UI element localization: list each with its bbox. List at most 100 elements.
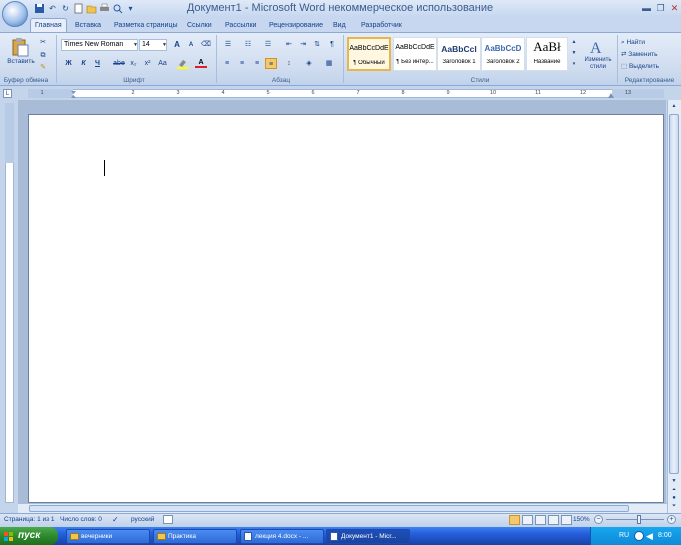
paste-label[interactable]: Вставить <box>6 58 36 65</box>
zoom-level[interactable]: 150% <box>573 514 590 526</box>
taskbar-item-praktika[interactable]: Практика <box>153 529 237 544</box>
zoom-out-icon[interactable]: − <box>594 515 603 524</box>
new-icon[interactable] <box>73 3 84 14</box>
macro-record-icon[interactable] <box>163 515 173 524</box>
cut-icon[interactable]: ✂ <box>38 37 48 48</box>
change-styles-icon[interactable]: A <box>588 38 606 57</box>
vertical-ruler[interactable] <box>5 103 14 503</box>
tab-review[interactable]: Рецензирование <box>265 19 327 32</box>
taskbar-item-document1[interactable]: Документ1 - Micr... <box>326 529 410 544</box>
right-indent-marker-icon[interactable] <box>608 93 614 98</box>
style-normal[interactable]: AaBbCcDdE ¶ Обычный <box>347 37 391 71</box>
change-styles-label[interactable]: Изменить стили <box>580 57 616 71</box>
bold-button[interactable]: Ж <box>63 58 74 69</box>
tab-references[interactable]: Ссылки <box>183 19 216 32</box>
previous-page-icon[interactable]: ⏶ <box>668 487 680 495</box>
subscript-button[interactable]: x₂ <box>128 58 139 69</box>
shrink-font-button[interactable]: A <box>185 40 197 51</box>
align-center-icon[interactable]: ≡ <box>236 58 248 69</box>
browse-object-icon[interactable]: ● <box>668 495 680 503</box>
styles-scroll-up-icon[interactable]: ▲ <box>570 37 578 48</box>
web-layout-view-icon[interactable] <box>535 515 546 525</box>
print-icon[interactable] <box>99 3 110 14</box>
tab-view[interactable]: Вид <box>329 19 350 32</box>
sort-icon[interactable]: ⇅ <box>311 39 323 50</box>
outline-view-icon[interactable] <box>548 515 559 525</box>
quick-access-dropdown[interactable]: ▾ <box>125 3 136 14</box>
justify-icon[interactable]: ≡ <box>265 58 277 69</box>
tab-insert[interactable]: Вставка <box>71 19 105 32</box>
volume-icon[interactable]: ◀ <box>646 531 656 541</box>
hscroll-thumb[interactable] <box>29 505 629 512</box>
decrease-indent-icon[interactable]: ⇤ <box>283 39 295 50</box>
zoom-slider-thumb[interactable] <box>637 515 641 524</box>
print-layout-view-icon[interactable] <box>509 515 520 525</box>
document-page[interactable] <box>28 114 664 503</box>
tab-selector-icon[interactable]: L <box>3 89 12 98</box>
style-heading-1[interactable]: AaBbCcI Заголовок 1 <box>437 37 481 71</box>
scroll-up-icon[interactable]: ▲ <box>668 101 680 111</box>
scroll-down-icon[interactable]: ▼ <box>668 478 680 486</box>
style-heading-2[interactable]: AaBbCcD Заголовок 2 <box>481 37 525 71</box>
show-marks-icon[interactable]: ¶ <box>326 39 338 50</box>
undo-icon[interactable]: ↶ <box>47 3 58 14</box>
highlight-icon[interactable] <box>176 58 190 69</box>
status-page[interactable]: Страница: 1 из 1 <box>4 514 55 526</box>
strikethrough-button[interactable]: abe <box>112 58 126 69</box>
close-icon[interactable]: ✕ <box>668 2 681 14</box>
open-icon[interactable] <box>86 3 97 14</box>
find-button[interactable]: ⌕ Найти <box>621 37 677 48</box>
increase-indent-icon[interactable]: ⇥ <box>297 39 309 50</box>
tray-app-icon[interactable] <box>634 531 644 541</box>
taskbar-item-vecherniki[interactable]: вечерники <box>66 529 150 544</box>
start-button[interactable]: пуск <box>0 527 58 545</box>
shading-icon[interactable]: ◈ <box>302 58 316 69</box>
replace-button[interactable]: ⇄ Заменить <box>621 49 677 60</box>
styles-more-icon[interactable]: ▾ <box>570 59 578 70</box>
style-no-spacing[interactable]: AaBbCcDdE ¶ Без интер... <box>393 37 437 71</box>
italic-button[interactable]: К <box>78 58 89 69</box>
format-painter-icon[interactable]: ✎ <box>38 62 48 73</box>
office-button[interactable] <box>2 1 28 27</box>
status-word-count[interactable]: Число слов: 0 <box>60 514 102 526</box>
select-button[interactable]: ⬚ Выделить <box>621 61 677 72</box>
tab-mailings[interactable]: Рассылки <box>221 19 260 32</box>
align-left-icon[interactable]: ≡ <box>221 58 233 69</box>
copy-icon[interactable]: ⧉ <box>38 50 48 61</box>
status-language[interactable]: русский <box>131 514 154 526</box>
align-right-icon[interactable]: ≡ <box>251 58 263 69</box>
zoom-in-icon[interactable]: + <box>667 515 676 524</box>
taskbar-item-lecture[interactable]: лекция 4.docx - ... <box>240 529 324 544</box>
clear-format-icon[interactable]: ⌫ <box>200 39 212 50</box>
tab-home[interactable]: Главная <box>30 18 67 32</box>
underline-button[interactable]: Ч <box>92 58 103 69</box>
full-screen-view-icon[interactable] <box>522 515 533 525</box>
save-icon[interactable] <box>34 3 45 14</box>
style-title[interactable]: AaBł Название <box>526 37 568 71</box>
tab-page-layout[interactable]: Разметка страницы <box>110 19 182 32</box>
draft-view-icon[interactable] <box>561 515 572 525</box>
multilevel-list-icon[interactable]: ☲ <box>261 39 275 50</box>
grow-font-button[interactable]: A <box>171 39 183 50</box>
font-name-select[interactable]: Times New Roman <box>61 39 138 51</box>
superscript-button[interactable]: x² <box>142 58 153 69</box>
bullets-icon[interactable]: ☰ <box>221 39 235 50</box>
language-indicator[interactable]: RU <box>619 527 629 545</box>
spelling-check-icon[interactable]: ✓ <box>112 514 119 526</box>
redo-icon[interactable]: ↻ <box>60 3 71 14</box>
font-color-icon[interactable]: A <box>195 57 207 68</box>
numbering-icon[interactable]: ☷ <box>241 39 255 50</box>
styles-scroll-down-icon[interactable]: ▼ <box>570 48 578 59</box>
zoom-slider[interactable] <box>606 519 664 520</box>
change-case-button[interactable]: Aa <box>156 58 169 69</box>
maximize-icon[interactable]: ❐ <box>654 2 667 14</box>
indent-marker-icon[interactable] <box>71 91 76 98</box>
next-page-icon[interactable]: ⏷ <box>668 503 680 511</box>
tab-developer[interactable]: Разработчик <box>357 19 406 32</box>
preview-icon[interactable] <box>112 3 123 14</box>
minimize-icon[interactable]: ▬ <box>640 2 653 14</box>
line-spacing-icon[interactable]: ↕ <box>282 58 296 69</box>
scroll-thumb[interactable] <box>669 114 679 474</box>
horizontal-ruler[interactable] <box>28 89 664 98</box>
paste-icon[interactable] <box>10 37 30 57</box>
